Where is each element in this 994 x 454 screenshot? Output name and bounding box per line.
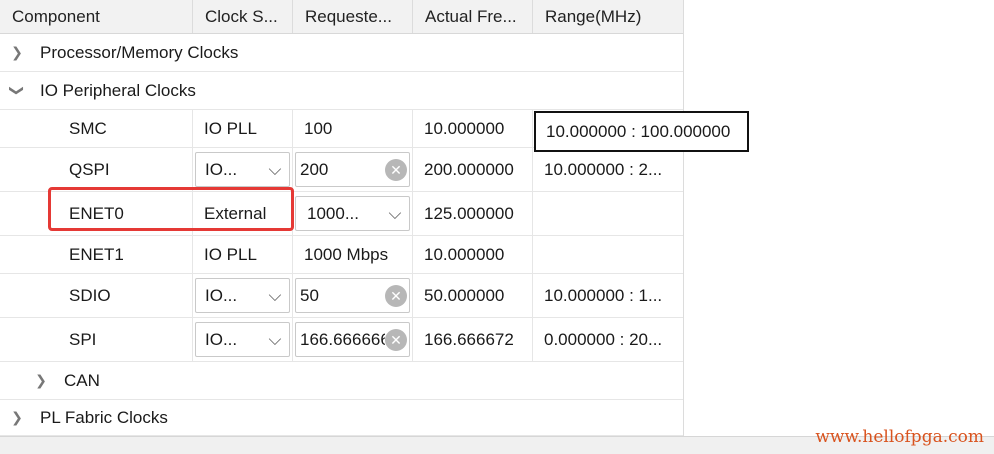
component-name: QSPI (69, 159, 110, 179)
col-header-clock-source[interactable]: Clock S... (193, 0, 293, 33)
table-row[interactable]: ENET1 IO PLL 1000 Mbps 10.000000 (0, 236, 683, 274)
requested-value[interactable]: 50 (296, 286, 385, 306)
highlight-box (48, 187, 294, 231)
component-name: SDIO (69, 285, 111, 305)
group-label: CAN (64, 370, 100, 390)
group-label: PL Fabric Clocks (40, 407, 168, 427)
clock-source-value: IO... (205, 329, 238, 349)
requested-value[interactable]: 200 (296, 160, 385, 180)
group-label: IO Peripheral Clocks (40, 80, 196, 100)
range-tooltip: 10.000000 : 100.000000 (534, 111, 749, 152)
dropdown-arrow-icon[interactable]: ⌵ (261, 160, 289, 180)
actual-frequency: 166.666672 (424, 329, 514, 349)
tree-group-can[interactable]: ❯ CAN (0, 362, 683, 400)
requested-value: 1000... (307, 203, 359, 223)
requested-value[interactable]: 100 (293, 119, 332, 139)
dropdown-arrow-icon[interactable]: ⌵ (261, 330, 289, 350)
tree-group-io-peripheral[interactable]: ❯ IO Peripheral Clocks (0, 72, 683, 110)
clock-source-value: IO PLL (204, 118, 257, 138)
clock-source-select[interactable]: IO... ⌵ (195, 152, 290, 187)
clear-circle-icon[interactable]: ✕ (385, 158, 407, 181)
range-value: 10.000000 : 2... (544, 159, 663, 179)
requested-value: 1000 Mbps (304, 244, 389, 264)
actual-frequency: 10.000000 (424, 118, 505, 138)
range-value: 10.000000 : 1... (544, 285, 663, 305)
requested-frequency-input[interactable]: 166.666666 ✕ (295, 322, 410, 357)
tree-group-pl-fabric[interactable]: ❯ PL Fabric Clocks (0, 400, 683, 436)
component-name: SMC (69, 118, 107, 138)
col-header-actual[interactable]: Actual Fre... (413, 0, 533, 33)
table-row[interactable]: SDIO IO... ⌵ 50 ✕ 50.000000 10.000000 : … (0, 274, 683, 318)
requested-frequency-input[interactable]: 200 ✕ (295, 152, 410, 187)
chevron-right-icon[interactable]: ❯ (28, 372, 54, 389)
clock-source-select[interactable]: IO... ⌵ (195, 322, 290, 357)
clock-source-value: IO PLL (204, 244, 257, 264)
clear-circle-icon[interactable]: ✕ (385, 284, 407, 307)
col-header-range[interactable]: Range(MHz) (533, 0, 683, 33)
table-row[interactable]: SPI IO... ⌵ 166.666666 ✕ 166.666672 0.00… (0, 318, 683, 362)
clock-source-select[interactable]: IO... ⌵ (195, 278, 290, 313)
tree-group-processor-memory[interactable]: ❯ Processor/Memory Clocks (0, 34, 683, 72)
chevron-down-icon[interactable]: ❯ (9, 78, 26, 104)
requested-frequency-select[interactable]: 1000... ⌵ (295, 196, 410, 231)
requested-frequency-input[interactable]: 50 ✕ (295, 278, 410, 313)
chevron-right-icon[interactable]: ❯ (4, 409, 30, 426)
table-row[interactable]: QSPI IO... ⌵ 200 ✕ 200.000000 10.000000 … (0, 148, 683, 192)
requested-value[interactable]: 166.666666 (296, 330, 385, 350)
col-header-component[interactable]: Component (0, 0, 193, 33)
actual-frequency: 200.000000 (424, 159, 514, 179)
actual-frequency: 125.000000 (424, 203, 514, 223)
actual-frequency: 50.000000 (424, 285, 505, 305)
dropdown-arrow-icon[interactable]: ⌵ (261, 286, 289, 306)
clear-circle-icon[interactable]: ✕ (385, 328, 407, 351)
column-header: Component Clock S... Requeste... Actual … (0, 0, 683, 34)
range-value: 0.000000 : 20... (544, 329, 663, 349)
col-header-requested[interactable]: Requeste... (293, 0, 413, 33)
component-name: ENET1 (69, 244, 124, 264)
tooltip-text: 10.000000 : 100.000000 (546, 121, 731, 141)
watermark: www.hellofpga.com (815, 427, 984, 447)
actual-frequency: 10.000000 (424, 244, 505, 264)
chevron-right-icon[interactable]: ❯ (4, 44, 30, 61)
clock-source-value: IO... (205, 285, 238, 305)
clock-source-value: IO... (205, 159, 238, 179)
dropdown-arrow-icon[interactable]: ⌵ (381, 204, 409, 224)
component-name: SPI (69, 329, 97, 349)
group-label: Processor/Memory Clocks (40, 42, 239, 62)
